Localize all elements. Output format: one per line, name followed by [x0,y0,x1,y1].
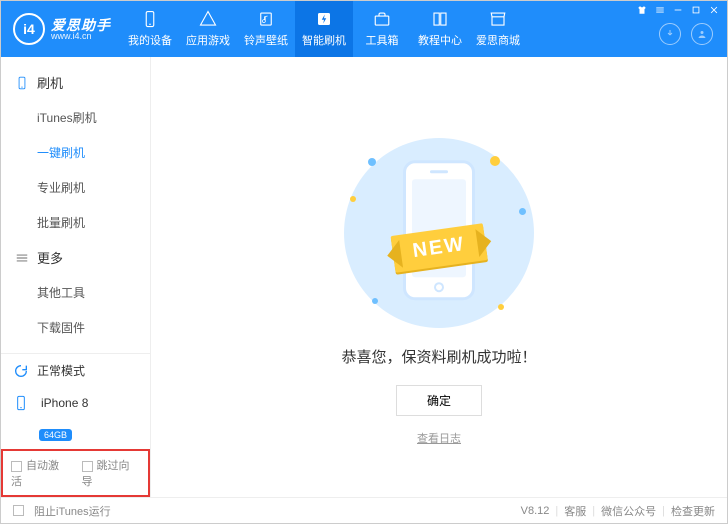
success-message: 恭喜您，保资料刷机成功啦！ [341,346,536,367]
device-status[interactable]: iPhone 8 64GB [1,387,150,449]
nav-label: 应用游戏 [186,32,230,48]
sidebar-item-other[interactable]: 其他工具 [1,275,150,310]
nav-apps[interactable]: 应用游戏 [179,1,237,57]
titlebar-maximize-icon[interactable] [691,5,701,15]
device-name: iPhone 8 [41,396,88,410]
apps-icon [199,10,217,28]
nav-label: 爱思商城 [476,32,520,48]
titlebar-close-icon[interactable] [709,5,719,15]
block-itunes-checkbox[interactable]: 阻止iTunes运行 [13,503,111,519]
sidebar-item-advanced[interactable]: 高级功能 [1,345,150,353]
sidebar-item-oneclick[interactable]: 一键刷机 [1,135,150,170]
nav-label: 智能刷机 [302,32,346,48]
sidebar-cat-more: 更多 [1,240,150,275]
ok-button[interactable]: 确定 [396,385,482,416]
auto-activate-checkbox[interactable]: 自动激活 [11,457,70,489]
brand-url: www.i4.cn [51,32,111,41]
nav-label: 铃声壁纸 [244,32,288,48]
version-label: V8.12 [521,505,550,517]
nav-tutorial[interactable]: 教程中心 [411,1,469,57]
sidebar-cat-flash: 刷机 [1,65,150,100]
phone-icon [13,395,29,411]
sidebar-item-itunes[interactable]: iTunes刷机 [1,100,150,135]
logo-icon: i4 [13,13,45,45]
sidebar-item-firmware[interactable]: 下载固件 [1,310,150,345]
app-logo: i4 爱思助手 www.i4.cn [1,13,121,45]
top-nav: 我的设备 应用游戏 铃声壁纸 智能刷机 工具箱 教程中心 [121,1,653,57]
nav-label: 教程中心 [418,32,462,48]
footer-label: 阻止iTunes运行 [34,503,111,519]
toolbox-icon [373,10,391,28]
nav-my-device[interactable]: 我的设备 [121,1,179,57]
nav-flash[interactable]: 智能刷机 [295,1,353,57]
store-icon [489,10,507,28]
cat-label: 更多 [37,248,63,267]
menu-icon [15,251,29,265]
sidebar-item-pro[interactable]: 专业刷机 [1,170,150,205]
cat-label: 刷机 [37,73,63,92]
brand-name: 爱思助手 [51,18,111,32]
refresh-icon [13,363,29,379]
book-icon [431,10,449,28]
flash-icon [315,10,333,28]
titlebar-menu-icon[interactable] [655,5,665,15]
mode-status[interactable]: 正常模式 [1,354,150,387]
success-illustration: NEW [344,138,534,328]
user-button[interactable] [691,23,713,45]
bottom-options-highlight: 自动激活 跳过向导 [1,449,150,497]
wechat-link[interactable]: 微信公众号 [601,503,656,519]
titlebar-minimize-icon[interactable] [673,5,683,15]
skip-guide-checkbox[interactable]: 跳过向导 [82,457,141,489]
storage-badge: 64GB [39,429,72,441]
nav-label: 我的设备 [128,32,172,48]
music-icon [257,10,275,28]
device-icon [141,10,159,28]
nav-store[interactable]: 爱思商城 [469,1,527,57]
download-button[interactable] [659,23,681,45]
nav-ringtones[interactable]: 铃声壁纸 [237,1,295,57]
titlebar-shirt-icon[interactable] [637,5,647,15]
nav-toolbox[interactable]: 工具箱 [353,1,411,57]
view-log-link[interactable]: 查看日志 [417,430,461,446]
sidebar-item-batch[interactable]: 批量刷机 [1,205,150,240]
mode-label: 正常模式 [37,362,85,379]
check-update-link[interactable]: 检查更新 [671,503,715,519]
phone-icon [15,76,29,90]
support-link[interactable]: 客服 [564,503,586,519]
nav-label: 工具箱 [366,32,399,48]
